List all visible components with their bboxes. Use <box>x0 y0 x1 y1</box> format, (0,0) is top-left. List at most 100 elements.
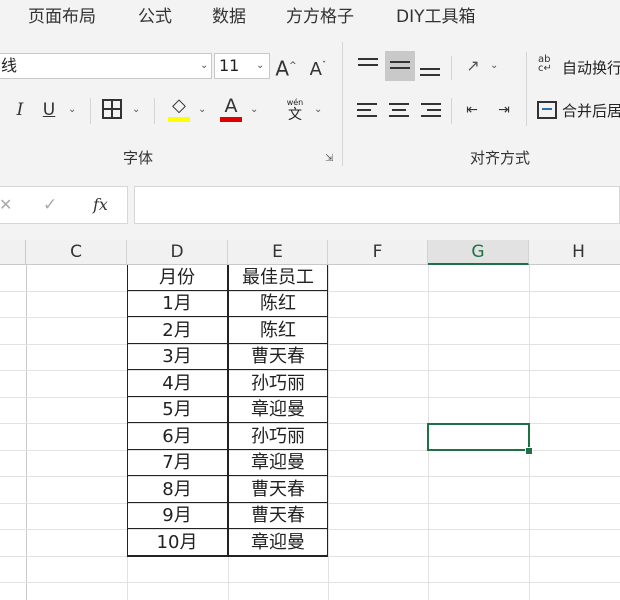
chevron-down-icon[interactable]: ⌄ <box>256 60 264 71</box>
enter-icon[interactable]: ✓ <box>43 195 57 215</box>
table-row: 8月 曹天春 <box>127 477 328 503</box>
grow-font-button[interactable]: A^ <box>274 54 298 81</box>
cell-e[interactable]: 章迎曼 <box>228 397 328 423</box>
tab-page-layout[interactable]: 页面布局 <box>28 2 96 27</box>
gridline <box>328 265 329 600</box>
column-header-f[interactable]: F <box>328 240 428 265</box>
cell-e[interactable]: 陈红 <box>228 291 328 317</box>
cell-e[interactable]: 陈红 <box>228 318 328 344</box>
selected-cell[interactable] <box>427 423 530 451</box>
font-color-icon[interactable]: A <box>220 94 242 118</box>
column-header-g[interactable]: G <box>428 240 529 265</box>
cell-d[interactable]: 6月 <box>127 424 227 450</box>
wrap-text-icon: ab c↵ <box>538 54 552 74</box>
align-left-icon[interactable] <box>354 98 380 124</box>
column-header-e[interactable]: E <box>228 240 328 265</box>
insert-function-icon[interactable]: fx <box>93 195 108 214</box>
chevron-down-icon[interactable]: ⌄ <box>68 104 76 115</box>
table-row: 4月 孙巧丽 <box>127 371 328 397</box>
cell-d[interactable]: 月份 <box>127 265 227 291</box>
fill-handle[interactable] <box>525 447 533 455</box>
phonetic-guide-icon[interactable]: wén 文 <box>282 98 308 123</box>
divider <box>451 56 452 80</box>
borders-icon[interactable] <box>102 99 122 119</box>
chevron-down-icon[interactable]: ⌄ <box>132 104 140 115</box>
tab-data[interactable]: 数据 <box>212 2 246 27</box>
ribbon: 页面布局 公式 数据 方方格子 DIY工具箱 线 ⌄ 11 ⌄ A^ Aˇ I … <box>0 0 620 172</box>
align-center-icon[interactable] <box>386 98 412 124</box>
chevron-down-icon[interactable]: ⌄ <box>490 60 498 71</box>
align-middle-icon[interactable] <box>385 51 415 81</box>
grow-font-label: A <box>275 56 290 81</box>
cell-e[interactable]: 曹天春 <box>228 344 328 370</box>
table-row: 1月 陈红 <box>127 291 328 317</box>
fill-color-icon[interactable]: ◇ <box>168 94 190 118</box>
table-row: 7月 章迎曼 <box>127 450 328 476</box>
align-bottom-icon[interactable] <box>416 52 444 80</box>
table-row: 9月 曹天春 <box>127 503 328 529</box>
cell-e[interactable]: 孙巧丽 <box>228 371 328 397</box>
cell-e[interactable]: 章迎曼 <box>228 530 328 556</box>
dialog-launcher-icon[interactable]: ⇲ <box>325 153 333 164</box>
shrink-font-label: A <box>309 59 322 80</box>
phonetic-bottom: 文 <box>288 107 302 123</box>
cell-d[interactable]: 5月 <box>127 397 227 423</box>
align-right-icon[interactable] <box>418 98 444 124</box>
cancel-icon[interactable]: ✕ <box>0 195 12 214</box>
chevron-down-icon[interactable]: ⌄ <box>250 104 258 115</box>
cell-d[interactable]: 1月 <box>127 291 227 317</box>
cell-d[interactable]: 8月 <box>127 477 227 503</box>
italic-button[interactable]: I <box>12 98 28 122</box>
tab-formulas[interactable]: 公式 <box>138 2 172 27</box>
cell-d[interactable]: 4月 <box>127 371 227 397</box>
table-row: 10月 章迎曼 <box>127 530 328 556</box>
fill-color-swatch <box>168 117 190 122</box>
shrink-font-button[interactable]: Aˇ <box>306 54 330 82</box>
font-group-label: 字体 <box>123 149 154 167</box>
align-top-icon[interactable] <box>354 52 382 80</box>
cell-d[interactable]: 10月 <box>127 530 227 556</box>
cell-d[interactable]: 7月 <box>127 450 227 476</box>
increase-indent-icon[interactable]: ⇥ <box>492 98 516 122</box>
chevron-down-icon[interactable]: ⌄ <box>198 104 206 115</box>
chevron-down-icon[interactable]: ⌄ <box>200 60 208 71</box>
font-name-combo[interactable]: 线 <box>0 53 212 79</box>
table-header-row: 月份 最佳员工 <box>127 265 328 291</box>
underline-button[interactable]: U <box>40 98 58 122</box>
cell-e[interactable]: 曹天春 <box>228 503 328 529</box>
font-size-value: 11 <box>219 56 240 75</box>
divider <box>90 98 91 124</box>
cell-d[interactable]: 9月 <box>127 503 227 529</box>
divider <box>526 52 527 126</box>
alignment-group-label: 对齐方式 <box>470 149 531 167</box>
row-header-corner[interactable] <box>0 240 26 265</box>
cell-d[interactable]: 3月 <box>127 344 227 370</box>
column-header-c[interactable]: C <box>26 240 127 265</box>
column-header-d[interactable]: D <box>127 240 228 265</box>
table-row: 6月 孙巧丽 <box>127 424 328 450</box>
cell-e[interactable]: 最佳员工 <box>228 265 328 291</box>
phonetic-top: wén <box>286 98 304 107</box>
divider <box>154 98 155 124</box>
decrease-indent-icon[interactable]: ⇤ <box>460 98 484 122</box>
group-divider <box>342 42 343 166</box>
chevron-down-icon[interactable]: ⌄ <box>314 104 322 115</box>
tab-diy-toolbox[interactable]: DIY工具箱 <box>396 2 476 27</box>
merge-center-button[interactable]: 合并后居 <box>562 100 620 121</box>
formula-input[interactable] <box>134 186 620 224</box>
cell-e[interactable]: 孙巧丽 <box>228 424 328 450</box>
column-header-h[interactable]: H <box>529 240 620 265</box>
table-row: 3月 曹天春 <box>127 344 328 370</box>
font-color-label: A <box>224 95 238 117</box>
tab-fangfang-grid[interactable]: 方方格子 <box>286 2 354 27</box>
cell-e[interactable]: 章迎曼 <box>228 450 328 476</box>
wrap-text-button[interactable]: 自动换行 <box>562 57 620 78</box>
gridline <box>0 582 620 583</box>
cell-d[interactable]: 2月 <box>127 318 227 344</box>
orientation-icon[interactable]: ↗ <box>460 54 486 78</box>
fill-color-label: ◇ <box>172 95 186 116</box>
divider <box>451 98 452 124</box>
merge-center-icon <box>537 101 557 119</box>
formula-bar-area: ✕ ✓ fx <box>0 172 620 240</box>
cell-e[interactable]: 曹天春 <box>228 477 328 503</box>
